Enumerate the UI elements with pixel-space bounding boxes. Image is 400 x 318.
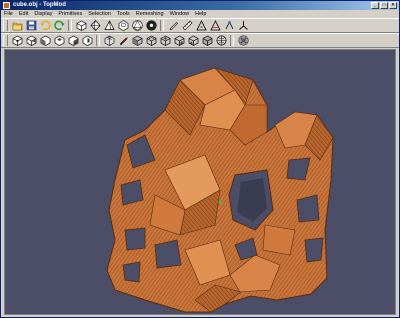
maximize-icon[interactable]: □ — [380, 2, 388, 9]
tools-toolbar — [1, 33, 399, 48]
minimize-icon[interactable]: _ — [371, 2, 379, 9]
vertex-icon[interactable] — [223, 20, 235, 32]
chamfer-icon[interactable] — [67, 35, 79, 47]
selected-vertex[interactable] — [218, 200, 222, 204]
flower-icon[interactable] — [237, 35, 249, 47]
extrude-icon[interactable] — [81, 35, 93, 47]
menu-window[interactable]: Window — [167, 10, 193, 18]
menu-bar: File Edit Display Primitives Selection T… — [1, 10, 399, 18]
save-icon[interactable] — [25, 20, 37, 32]
toolbar-grip[interactable] — [3, 35, 8, 46]
open-icon[interactable] — [11, 20, 23, 32]
toolbar-separator — [96, 35, 100, 46]
cube-solid-4-icon[interactable] — [173, 35, 185, 47]
window-title: cube.obj - TopMod — [13, 2, 66, 8]
pen-icon[interactable] — [167, 20, 179, 32]
title-bar[interactable]: cube.obj - TopMod _ □ × — [1, 1, 399, 10]
pencil-icon[interactable] — [117, 35, 129, 47]
tetrahedron-icon[interactable] — [103, 20, 115, 32]
menu-help[interactable]: Help — [192, 10, 209, 18]
toolbar-separator — [230, 35, 234, 46]
octahedron-icon[interactable] — [89, 20, 101, 32]
menu-file[interactable]: File — [1, 10, 16, 18]
bevel-icon[interactable] — [53, 35, 65, 47]
cube-solid-2-icon[interactable] — [145, 35, 157, 47]
menu-primitives[interactable]: Primitives — [55, 10, 85, 18]
cube-icon[interactable] — [75, 20, 87, 32]
close-icon[interactable]: × — [389, 2, 397, 9]
triangle-icon[interactable] — [195, 20, 207, 32]
main-toolbar — [1, 18, 399, 33]
sphere-icon[interactable] — [215, 35, 227, 47]
undo-icon[interactable] — [39, 20, 51, 32]
3d-viewport[interactable] — [4, 49, 396, 315]
app-icon — [3, 2, 10, 9]
axes-icon[interactable] — [237, 20, 249, 32]
grid-icon[interactable] — [103, 35, 115, 47]
ruler-icon[interactable] — [181, 20, 193, 32]
menu-display[interactable]: Display — [31, 10, 55, 18]
menu-tools[interactable]: Tools — [114, 10, 133, 18]
toolbar-separator — [68, 20, 72, 31]
toolbar-grip[interactable] — [3, 20, 8, 31]
cube-frame-icon[interactable] — [11, 35, 23, 47]
icosahedron-icon[interactable] — [131, 20, 143, 32]
box-icon[interactable] — [39, 35, 51, 47]
window-controls: _ □ × — [371, 2, 397, 9]
menu-edit[interactable]: Edit — [16, 10, 31, 18]
menu-remeshing[interactable]: Remeshing — [133, 10, 167, 18]
redo-icon[interactable] — [53, 20, 65, 32]
dodecahedron-icon[interactable] — [117, 20, 129, 32]
mesh-model — [106, 67, 334, 313]
app-window: cube.obj - TopMod _ □ × File Edit Displa… — [0, 0, 400, 318]
toolbar-separator — [160, 20, 164, 31]
menu-selection[interactable]: Selection — [85, 10, 114, 18]
cube-solid-6-icon[interactable] — [201, 35, 213, 47]
triangle-edit-icon[interactable] — [209, 20, 221, 32]
cube-solid-3-icon[interactable] — [159, 35, 171, 47]
cube-solid-5-icon[interactable] — [187, 35, 199, 47]
cube-corner-icon[interactable] — [25, 35, 37, 47]
cube-solid-icon[interactable] — [131, 35, 143, 47]
soccerball-icon[interactable] — [145, 20, 157, 32]
